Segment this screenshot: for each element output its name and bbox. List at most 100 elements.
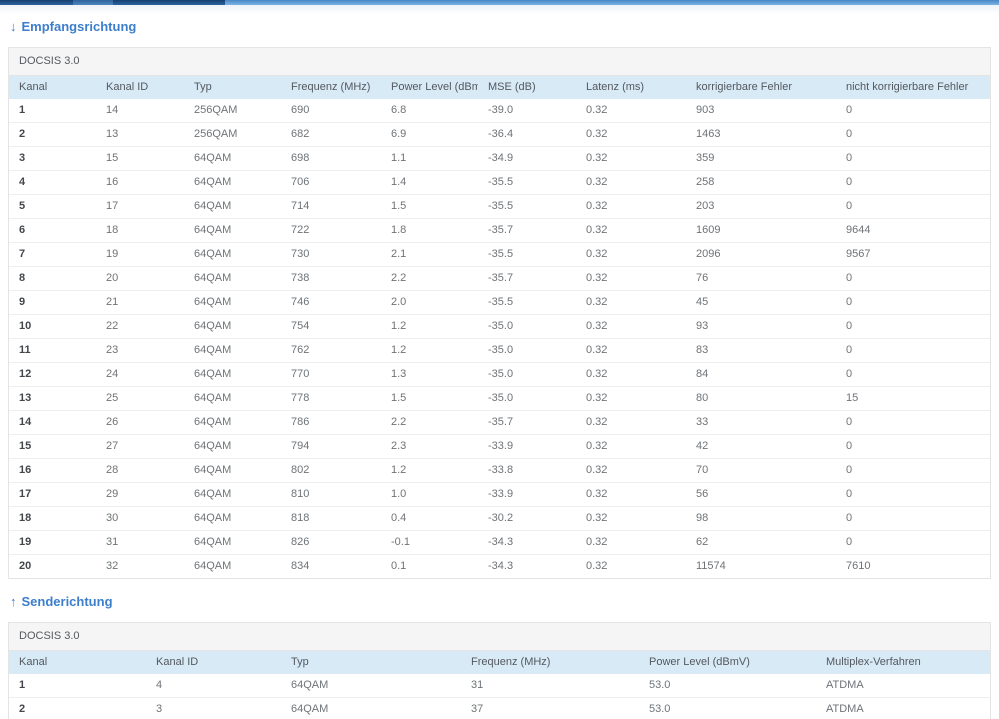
table-row: 5 17 64QAM 714 1.5 -35.5 0.32 203 0 [9, 194, 990, 219]
data-cell: 0.32 [576, 482, 686, 507]
data-cell: 1609 [686, 218, 836, 243]
section-title: Empfangsrichtung [21, 19, 137, 34]
data-cell: 256QAM [184, 122, 281, 147]
table-row: 13 25 64QAM 778 1.5 -35.0 0.32 80 15 [9, 386, 990, 411]
data-cell: 1.8 [381, 218, 478, 243]
data-cell: 0.32 [576, 530, 686, 555]
data-cell: 0 [836, 362, 990, 387]
data-cell: 33 [686, 410, 836, 435]
data-cell: 80 [686, 386, 836, 411]
data-cell: 698 [281, 146, 381, 171]
channel-cell: 20 [9, 554, 96, 578]
table-row: 3 15 64QAM 698 1.1 -34.9 0.32 359 0 [9, 146, 990, 171]
data-cell: 802 [281, 458, 381, 483]
data-cell: 21 [96, 290, 184, 315]
data-cell: 19 [96, 242, 184, 267]
data-cell: 1.5 [381, 386, 478, 411]
data-cell: 818 [281, 506, 381, 531]
data-cell: 0 [836, 122, 990, 147]
data-cell: 1.3 [381, 362, 478, 387]
data-cell: 42 [686, 434, 836, 459]
data-cell: -35.0 [478, 338, 576, 363]
data-cell: -35.0 [478, 314, 576, 339]
channel-cell: 8 [9, 266, 96, 291]
data-cell: 2.1 [381, 242, 478, 267]
data-cell: -34.3 [478, 554, 576, 578]
data-cell: 64QAM [184, 314, 281, 339]
data-cell: 690 [291, 104, 310, 116]
section-heading-senderichtung[interactable]: ↑ Senderichtung [10, 595, 991, 608]
data-cell: 1.4 [381, 170, 478, 195]
data-cell: -35.5 [478, 290, 576, 315]
data-cell: 23 [96, 338, 184, 363]
data-cell: -35.0 [478, 386, 576, 411]
channel-cell: 13 [9, 386, 96, 411]
data-cell: 746 [281, 290, 381, 315]
data-cell: 62 [686, 530, 836, 555]
section-heading-empfangsrichtung[interactable]: ↓ Empfangsrichtung [10, 20, 991, 33]
data-cell: 64QAM [184, 362, 281, 387]
table-row: 14 26 64QAM 786 2.2 -35.7 0.32 33 0 [9, 410, 990, 435]
column-header: Power Level (dBmV) [381, 76, 478, 99]
data-cell: 0 [836, 314, 990, 339]
channel-cell: 12 [9, 362, 96, 387]
data-cell: 0 [836, 290, 990, 315]
table-row: 9 21 64QAM 746 2.0 -35.5 0.32 45 0 [9, 290, 990, 315]
data-cell: 15 [96, 146, 184, 171]
downstream-card-title: DOCSIS 3.0 [9, 48, 990, 76]
data-cell: 7610 [836, 554, 990, 578]
channel-cell: 19 [9, 530, 96, 555]
data-cell: 1.2 [381, 314, 478, 339]
data-cell: 24 [96, 362, 184, 387]
nav-tab-segment-3[interactable] [113, 0, 225, 5]
data-cell: 1.2 [381, 458, 478, 483]
column-header: Latenz (ms) [576, 76, 686, 99]
column-header: Kanal ID [146, 651, 281, 674]
data-cell: 31 [96, 530, 184, 555]
column-header: Typ [184, 76, 281, 99]
data-cell: 0 [836, 266, 990, 291]
data-cell: 203 [686, 194, 836, 219]
data-cell: 64QAM [281, 697, 461, 719]
channel-cell: 7 [9, 242, 96, 267]
data-cell: 0 [836, 482, 990, 507]
data-cell: 0.32 [576, 290, 686, 315]
data-cell: 0.32 [576, 146, 686, 171]
table-row: 16 28 64QAM 802 1.2 -33.8 0.32 70 0 [9, 458, 990, 483]
column-header: Kanal [9, 76, 96, 99]
column-header: Kanal [9, 651, 146, 674]
data-cell: -35.5 [478, 242, 576, 267]
table-row: 17 29 64QAM 810 1.0 -33.9 0.32 56 0 [9, 482, 990, 507]
data-cell: 770 [281, 362, 381, 387]
data-cell: 0.32 [586, 104, 608, 116]
data-cell: -0.1 [381, 530, 478, 555]
data-cell: 1463 [686, 122, 836, 147]
nav-tab-segment-1[interactable] [0, 0, 73, 5]
data-cell: 2.0 [381, 290, 478, 315]
channel-cell: 6 [9, 218, 96, 243]
data-cell: 0 [836, 458, 990, 483]
down-arrow-icon: ↓ [10, 19, 17, 34]
data-cell: 37 [461, 697, 639, 719]
data-cell: 0 [836, 434, 990, 459]
data-cell: 64QAM [184, 434, 281, 459]
channel-cell: 10 [9, 314, 96, 339]
data-cell: 64QAM [184, 242, 281, 267]
data-cell: 64QAM [184, 386, 281, 411]
data-cell: 0.32 [576, 506, 686, 531]
data-cell: 0 [836, 338, 990, 363]
table-row: 6 18 64QAM 722 1.8 -35.7 0.32 1609 9644 [9, 218, 990, 243]
data-cell: 64QAM [184, 338, 281, 363]
data-cell: 682 [281, 122, 381, 147]
data-cell: 0.32 [576, 458, 686, 483]
nav-tab-segment-2[interactable] [73, 0, 113, 5]
channel-cell: 2 [9, 697, 146, 719]
data-cell: 4 [156, 679, 163, 691]
data-cell: 83 [686, 338, 836, 363]
data-cell: 31 [471, 679, 484, 691]
column-header: Kanal ID [96, 76, 184, 99]
data-cell: -39.0 [488, 104, 514, 116]
data-cell: 32 [96, 554, 184, 578]
channel-cell: 2 [9, 122, 96, 147]
data-cell: -35.5 [478, 170, 576, 195]
